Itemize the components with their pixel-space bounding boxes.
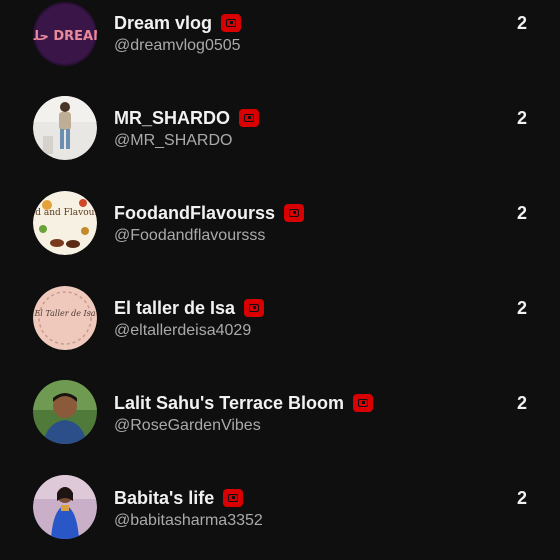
youtube-channel-icon: [239, 109, 260, 127]
channel-avatar-foodandflavourss[interactable]: Food and Flavourses: [33, 191, 97, 255]
youtube-channel-icon: [284, 204, 305, 222]
channel-count: 2: [516, 203, 527, 223]
youtube-channel-icon: [244, 299, 265, 317]
channel-count: 2: [516, 393, 527, 413]
channel-name-line: FoodandFlavourss: [114, 201, 305, 225]
channel-row-mr-shardo[interactable]: MR_SHARDO @MR_SHARDO 2: [0, 95, 560, 190]
channel-name-line: MR_SHARDO: [114, 106, 260, 130]
channel-name[interactable]: Lalit Sahu's Terrace Bloom: [114, 391, 344, 415]
youtube-channel-icon: [223, 489, 244, 507]
youtube-channel-icon: [221, 14, 242, 32]
channel-handle: @babitasharma3352: [114, 512, 263, 529]
channel-handle: @dreamvlog0505: [114, 37, 241, 54]
channel-count: 2: [516, 108, 527, 128]
channel-row-foodandflavourss[interactable]: Food and Flavourses FoodandFlavourss @Fo…: [0, 190, 560, 285]
channel-avatar-el-taller-de-isa[interactable]: El Taller de Isa: [33, 286, 97, 350]
channel-name[interactable]: MR_SHARDO: [114, 106, 230, 130]
channel-name[interactable]: FoodandFlavourss: [114, 201, 275, 225]
avatar-text-dream: حلم DREAM: [33, 29, 97, 44]
channel-handle: @Foodandflavoursss: [114, 227, 266, 244]
channel-handle: @eltallerdeisa4029: [114, 322, 252, 339]
channel-count: 2: [516, 488, 527, 508]
channel-row-el-taller-de-isa[interactable]: El Taller de Isa El taller de Isa @eltal…: [0, 285, 560, 380]
channel-count: 2: [516, 13, 527, 33]
channel-name-line: Babita's life: [114, 486, 244, 510]
channel-avatar-babitas-life[interactable]: [33, 475, 97, 539]
channel-avatar-mr-shardo[interactable]: [33, 96, 97, 160]
avatar-text-food: Food and Flavourses: [33, 208, 97, 218]
channel-name-line: Dream vlog: [114, 11, 242, 35]
channel-avatar-lalit-sahu[interactable]: [33, 380, 97, 444]
channel-name-line: Lalit Sahu's Terrace Bloom: [114, 391, 374, 415]
channel-name-line: El taller de Isa: [114, 296, 265, 320]
channel-row-lalit-sahu[interactable]: Lalit Sahu's Terrace Bloom @RoseGardenVi…: [0, 380, 560, 475]
channel-count: 2: [516, 298, 527, 318]
channel-avatar-dream-vlog[interactable]: حلم DREAM: [33, 2, 97, 66]
channel-name[interactable]: Babita's life: [114, 486, 214, 510]
channel-row-dream-vlog[interactable]: حلم DREAM Dream vlog @dreamvlog0505 2: [0, 0, 560, 95]
channel-row-babitas-life[interactable]: Babita's life @babitasharma3352 2: [0, 475, 560, 560]
channel-handle: @RoseGardenVibes: [114, 417, 261, 434]
avatar-text-isa: El Taller de Isa: [33, 309, 95, 318]
channel-name[interactable]: El taller de Isa: [114, 296, 235, 320]
channel-handle: @MR_SHARDO: [114, 132, 233, 149]
youtube-channel-icon: [353, 394, 374, 412]
channel-list: حلم DREAM Dream vlog @dreamvlog0505 2 MR…: [0, 0, 560, 560]
channel-name[interactable]: Dream vlog: [114, 11, 212, 35]
